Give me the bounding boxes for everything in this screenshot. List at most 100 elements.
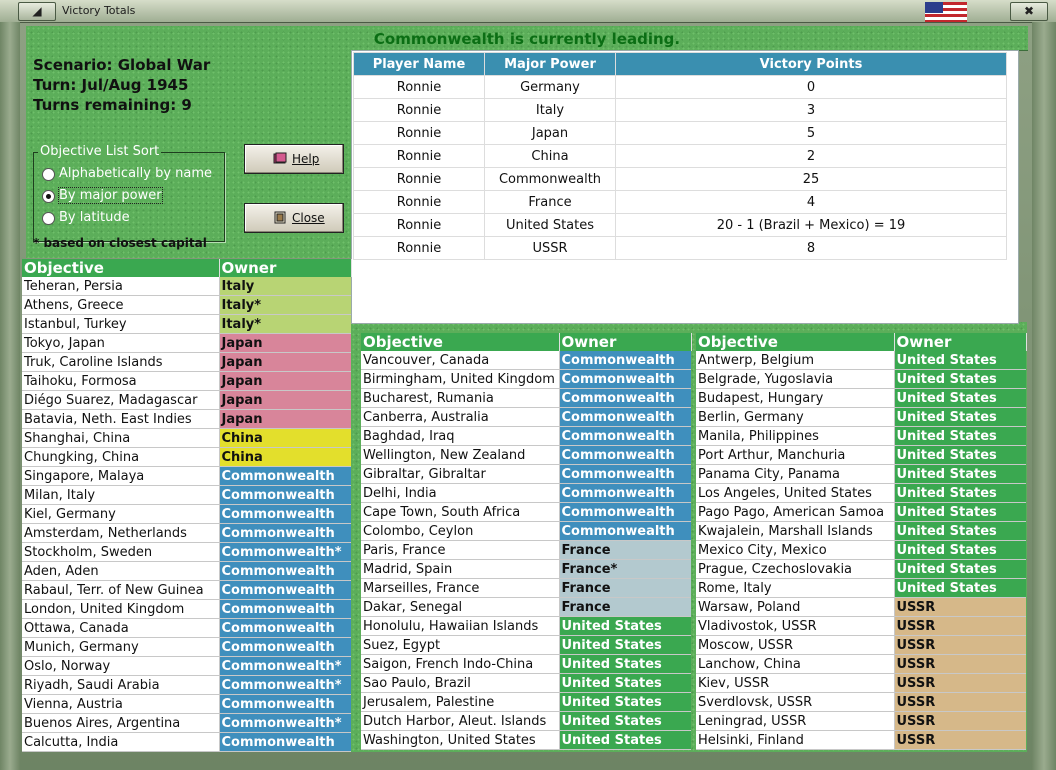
objective-row[interactable]: Amsterdam, Netherlands Commonwealth [22, 523, 351, 543]
objective-name: Amsterdam, Netherlands [22, 523, 220, 543]
objective-row[interactable]: Delhi, India Commonwealth [361, 483, 691, 503]
objective-row[interactable]: Rome, Italy United States [696, 578, 1026, 598]
vp-header-player[interactable]: Player Name [353, 52, 485, 76]
objective-row[interactable]: Lanchow, China USSR [696, 654, 1026, 674]
objective-row[interactable]: Leningrad, USSR USSR [696, 711, 1026, 731]
objective-name: Kiev, USSR [696, 673, 895, 693]
objective-row[interactable]: Vancouver, Canada Commonwealth [361, 351, 691, 370]
objective-table-1: Objective Owner Teheran, Persia Italy Athe… [22, 259, 352, 752]
objective-row[interactable]: Moscow, USSR USSR [696, 635, 1026, 655]
objective-row[interactable]: Milan, Italy Commonwealth [22, 485, 351, 505]
objective-row[interactable]: Port Arthur, Manchuria United States [696, 445, 1026, 465]
window-close-button[interactable]: ✖ [1010, 2, 1048, 21]
objective-row[interactable]: Kwajalein, Marshall Islands United States [696, 521, 1026, 541]
objective-row[interactable]: Budapest, Hungary United States [696, 388, 1026, 408]
objective-row[interactable]: Antwerp, Belgium United States [696, 351, 1026, 370]
objective-row[interactable]: Manila, Philippines United States [696, 426, 1026, 446]
objective-column-header[interactable]: Objective [361, 333, 560, 351]
objective-row[interactable]: Pago Pago, American Samoa United States [696, 502, 1026, 522]
objective-row[interactable]: Vienna, Austria Commonwealth [22, 694, 351, 714]
owner-column-header[interactable]: Owner [219, 259, 352, 277]
window-menu-button[interactable]: ◢ [18, 2, 56, 21]
objective-row[interactable]: Truk, Caroline Islands Japan [22, 352, 351, 372]
objective-row[interactable]: Bucharest, Rumania Commonwealth [361, 388, 691, 408]
objective-row[interactable]: Madrid, Spain France* [361, 559, 691, 579]
objective-row[interactable]: Ottawa, Canada Commonwealth [22, 618, 351, 638]
objective-row[interactable]: Colombo, Ceylon Commonwealth [361, 521, 691, 541]
objective-row[interactable]: Chungking, China China [22, 447, 351, 467]
objective-row[interactable]: Berlin, Germany United States [696, 407, 1026, 427]
objective-row[interactable]: Vladivostok, USSR USSR [696, 616, 1026, 636]
objective-row[interactable]: Helsinki, Finland USSR [696, 730, 1026, 750]
objective-row[interactable]: Oslo, Norway Commonwealth* [22, 656, 351, 676]
objective-row[interactable]: Suez, Egypt United States [361, 635, 691, 655]
objective-row[interactable]: Riyadh, Saudi Arabia Commonwealth* [22, 675, 351, 695]
objective-row[interactable]: Gibraltar, Gibraltar Commonwealth [361, 464, 691, 484]
objective-row[interactable]: Athens, Greece Italy* [22, 295, 351, 315]
vp-row: Ronnie Japan 5 [353, 121, 1007, 145]
objective-row[interactable]: Taihoku, Formosa Japan [22, 371, 351, 391]
objective-row[interactable]: Rabaul, Terr. of New Guinea Commonwealth [22, 580, 351, 600]
objective-row[interactable]: Dutch Harbor, Aleut. Islands United State… [361, 711, 691, 731]
objective-row[interactable]: Paris, France France [361, 540, 691, 560]
close-button[interactable]: Close [244, 203, 344, 233]
objective-name: Prague, Czechoslovakia [696, 559, 895, 579]
vp-header-power[interactable]: Major Power [484, 52, 616, 76]
sort-option-label[interactable]: By latitude [59, 210, 130, 225]
objective-row[interactable]: Los Angeles, United States United States [696, 483, 1026, 503]
objective-row[interactable]: Dakar, Senegal France [361, 597, 691, 617]
objective-row[interactable]: Sverdlovsk, USSR USSR [696, 692, 1026, 712]
objective-row[interactable]: Mexico City, Mexico United States [696, 540, 1026, 560]
objective-row[interactable]: Baghdad, Iraq Commonwealth [361, 426, 691, 446]
objective-row[interactable]: Washington, United States United States [361, 730, 691, 750]
objective-row[interactable]: London, United Kingdom Commonwealth [22, 599, 351, 619]
objective-owner: Italy* [219, 314, 351, 334]
objective-row[interactable]: Marseilles, France France [361, 578, 691, 598]
vp-header-points[interactable]: Victory Points [615, 52, 1007, 76]
objective-owner: Commonwealth* [219, 656, 351, 676]
objective-row[interactable]: Kiel, Germany Commonwealth [22, 504, 351, 524]
objective-owner: United States [894, 464, 1026, 484]
objective-row[interactable]: Shanghai, China China [22, 428, 351, 448]
owner-column-header[interactable]: Owner [559, 333, 692, 351]
objective-name: Paris, France [361, 540, 560, 560]
radio-button[interactable] [42, 212, 55, 225]
objective-row[interactable]: Warsaw, Poland USSR [696, 597, 1026, 617]
objective-row[interactable]: Munich, Germany Commonwealth [22, 637, 351, 657]
help-button[interactable]: Help [244, 144, 344, 174]
objective-row[interactable]: Teheran, Persia Italy [22, 277, 351, 296]
objective-row[interactable]: Cape Town, South Africa Commonwealth [361, 502, 691, 522]
objective-row[interactable]: Stockholm, Sweden Commonwealth* [22, 542, 351, 562]
objective-row[interactable]: Diégo Suarez, Madagascar Japan [22, 390, 351, 410]
objective-row[interactable]: Singapore, Malaya Commonwealth [22, 466, 351, 486]
objective-column-header[interactable]: Objective [22, 259, 220, 277]
objective-row[interactable]: Panama City, Panama United States [696, 464, 1026, 484]
objective-row[interactable]: Honolulu, Hawaiian Islands United States [361, 616, 691, 636]
sort-option-label[interactable]: By major power [58, 187, 163, 204]
objective-row[interactable]: Tokyo, Japan Japan [22, 333, 351, 353]
objective-name: Antwerp, Belgium [696, 351, 895, 370]
objective-row[interactable]: Calcutta, India Commonwealth [22, 732, 351, 752]
sort-option-label[interactable]: Alphabetically by name [59, 166, 212, 181]
objective-row[interactable]: Buenos Aires, Argentina Commonwealth* [22, 713, 351, 733]
closest-capital-note: * based on closest capital [33, 236, 207, 250]
objective-name: Suez, Egypt [361, 635, 560, 655]
objective-row[interactable]: Belgrade, Yugoslavia United States [696, 369, 1026, 389]
objective-row[interactable]: Istanbul, Turkey Italy* [22, 314, 351, 334]
objective-row[interactable]: Canberra, Australia Commonwealth [361, 407, 691, 427]
objective-row[interactable]: Birmingham, United Kingdom Commonwealth [361, 369, 691, 389]
objective-column-header[interactable]: Objective [696, 333, 895, 351]
objective-row[interactable]: Saigon, French Indo-China United States [361, 654, 691, 674]
radio-button-selected[interactable] [42, 190, 55, 203]
radio-button[interactable] [42, 168, 55, 181]
objective-row[interactable]: Aden, Aden Commonwealth [22, 561, 351, 581]
objective-row[interactable]: Prague, Czechoslovakia United States [696, 559, 1026, 579]
objective-row[interactable]: Sao Paulo, Brazil United States [361, 673, 691, 693]
objective-row[interactable]: Wellington, New Zealand Commonwealth [361, 445, 691, 465]
objective-row[interactable]: Kiev, USSR USSR [696, 673, 1026, 693]
owner-column-header[interactable]: Owner [894, 333, 1027, 351]
objective-owner: United States [894, 559, 1026, 579]
objective-row[interactable]: Jerusalem, Palestine United States [361, 692, 691, 712]
objective-owner: Commonwealth [219, 561, 351, 581]
objective-row[interactable]: Batavia, Neth. East Indies Japan [22, 409, 351, 429]
